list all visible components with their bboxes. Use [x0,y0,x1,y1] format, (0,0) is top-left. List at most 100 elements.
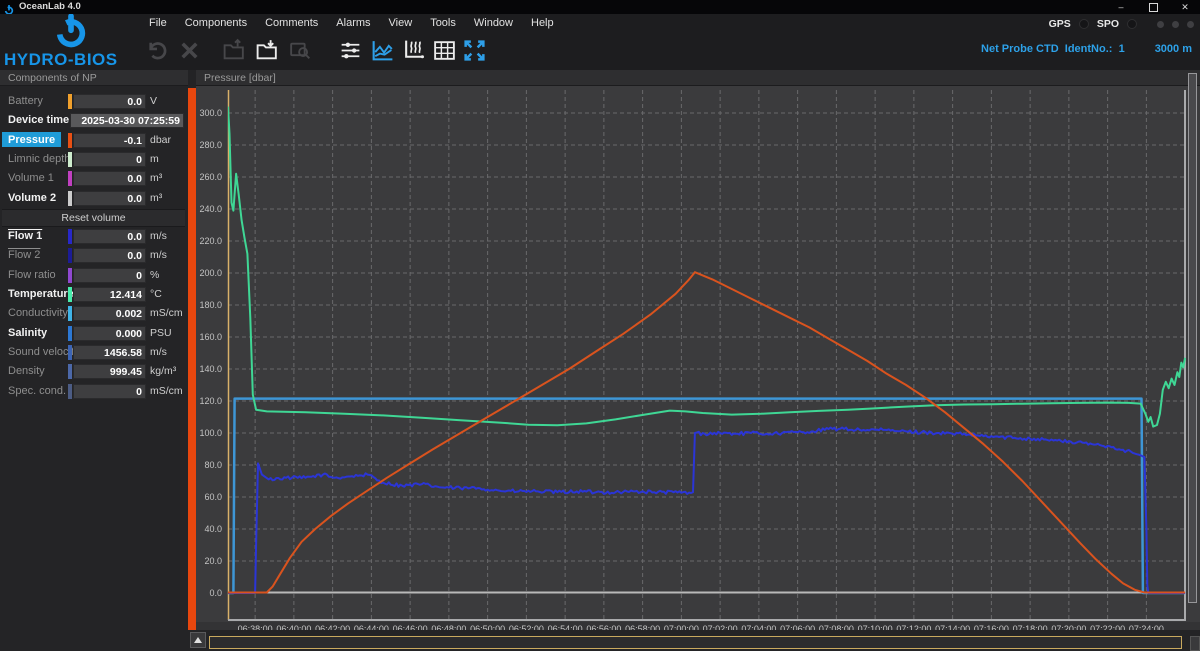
component-unit: % [150,269,159,281]
y-tick-label: 260.0 [199,172,222,182]
component-label: Volume 2 [8,192,56,204]
component-value-field[interactable]: 0.0 [73,191,146,206]
component-value: 0 [136,270,142,282]
component-unit: mS/cm [150,307,183,319]
expand-icon [462,38,487,63]
series-color-chip [68,248,72,263]
menu-item-window[interactable]: Window [465,17,522,29]
expand-up-button[interactable] [190,632,206,648]
y-tick-label: 80.0 [204,460,222,470]
horizontal-scrollbar-thumb[interactable] [209,636,1182,649]
component-value-field[interactable]: 999.45 [73,364,146,379]
component-value-field[interactable]: 0 [73,268,146,283]
series-color-chip [68,326,72,341]
folder-import-icon [255,38,280,63]
display-settings-button[interactable] [336,36,364,64]
table-view-button[interactable] [430,36,458,64]
component-row-pressure: Pressure-0.1dbar [0,132,188,150]
line-chart-view-button[interactable] [368,36,396,64]
component-value: 0.002 [116,308,142,320]
series-pressure [228,272,1185,592]
component-label: Conductivity [8,307,68,319]
hydro-bios-power-icon [54,14,88,53]
pressure-chart-plot[interactable]: 0.020.040.060.080.0100.0120.0140.0160.01… [196,86,1200,635]
component-label: Flow 2 [8,249,40,261]
y-tick-label: 120.0 [199,396,222,406]
triangle-up-icon [194,637,202,643]
component-value-field[interactable]: 0.000 [73,326,146,341]
component-label: Flow ratio [8,269,56,281]
component-value-field[interactable]: 2025-03-30 07:25:59 [70,113,184,128]
profile-chart-icon [402,38,427,63]
component-label: Density [8,365,45,377]
menu-item-file[interactable]: File [140,17,176,29]
maximize-button[interactable] [1140,0,1166,14]
component-value-field[interactable]: -0.1 [73,133,146,148]
component-row-flow-1: Flow 10.0m/s [0,228,188,246]
component-row-limnic-depth: Limnic depth0m [0,151,188,169]
component-row-spec-cond-: Spec. cond.0mS/cm [0,383,188,401]
profile-chart-view-button[interactable] [400,36,428,64]
menu-bar: FileComponentsCommentsAlarmsViewToolsWin… [140,14,563,31]
component-unit: m³ [150,172,162,184]
component-row-density: Density 999.45 kg/m³ [0,363,188,381]
component-unit: kg/m³ [150,365,176,377]
component-value-field[interactable]: 0.0 [73,229,146,244]
undo-icon [145,38,170,63]
component-label[interactable]: Pressure [2,132,61,147]
chart-panel: Pressure [dbar] 0.020.040.060.080.0100.0… [196,70,1200,651]
y-tick-label: 20.0 [204,556,222,566]
component-value-field[interactable]: 0 [73,384,146,399]
file-search-icon [288,38,313,63]
menu-item-alarms[interactable]: Alarms [327,17,379,29]
component-value: 0 [136,386,142,398]
panel-splitter-handle[interactable] [188,88,196,630]
hydro-bios-wordmark: HYDRO-BIOS [4,50,118,70]
component-unit: m [150,153,159,165]
series-color-chip [68,229,72,244]
menu-item-help[interactable]: Help [522,17,563,29]
y-tick-label: 60.0 [204,492,222,502]
series-color-chip [68,171,72,186]
probe-depth: 3000 m [1155,43,1192,55]
menu-item-comments[interactable]: Comments [256,17,327,29]
component-label: Spec. cond. [8,385,66,397]
menu-item-tools[interactable]: Tools [421,17,465,29]
sliders-icon [338,38,363,63]
export-file-button [220,36,248,64]
component-value-field[interactable]: 1456.58 [73,345,146,360]
preview-button [286,36,314,64]
component-row-battery: Battery0.0V [0,93,188,111]
series-color-chip [68,133,72,148]
status-dot-icon [1187,21,1194,28]
reset-volume-button[interactable]: Reset volume [2,209,185,227]
fullscreen-button[interactable] [460,36,488,64]
series-color-chip [68,287,72,302]
component-label: Volume 1 [8,172,54,184]
series-color-chip [68,268,72,283]
component-label: Battery [8,95,43,107]
component-unit: m/s [150,346,167,358]
component-value-field[interactable]: 12.414 [73,287,146,302]
gps-label[interactable]: GPS [1049,18,1071,30]
component-value-field[interactable]: 0.0 [73,248,146,263]
component-row-volume-1: Volume 1 0.0 m³ [0,170,188,188]
top-bar: HYDRO-BIOS FileComponentsCommentsAlarmsV… [0,14,1200,70]
menu-item-components[interactable]: Components [176,17,256,29]
component-label: Temperature [8,288,74,300]
menu-item-view[interactable]: View [380,17,422,29]
series-color-chip [68,152,72,167]
close-button[interactable]: ✕ [1172,0,1198,14]
component-value-field[interactable]: 0.002 [73,306,146,321]
probe-status-line: Net Probe CTD IdentNo.: 1 3000 m [981,43,1192,55]
component-value-field[interactable]: 0.0 [73,94,146,109]
series-color-chip [68,345,72,360]
chart-vertical-scrollbar[interactable] [1188,73,1197,603]
import-file-button[interactable] [253,36,281,64]
component-value-field[interactable]: 0 [73,152,146,167]
spo-label[interactable]: SPO [1097,18,1119,30]
window-title: OceanLab 4.0 [19,1,81,12]
minimize-button[interactable]: – [1108,0,1134,14]
component-row-flow-ratio: Flow ratio 0% [0,267,188,285]
component-value-field[interactable]: 0.0 [73,171,146,186]
